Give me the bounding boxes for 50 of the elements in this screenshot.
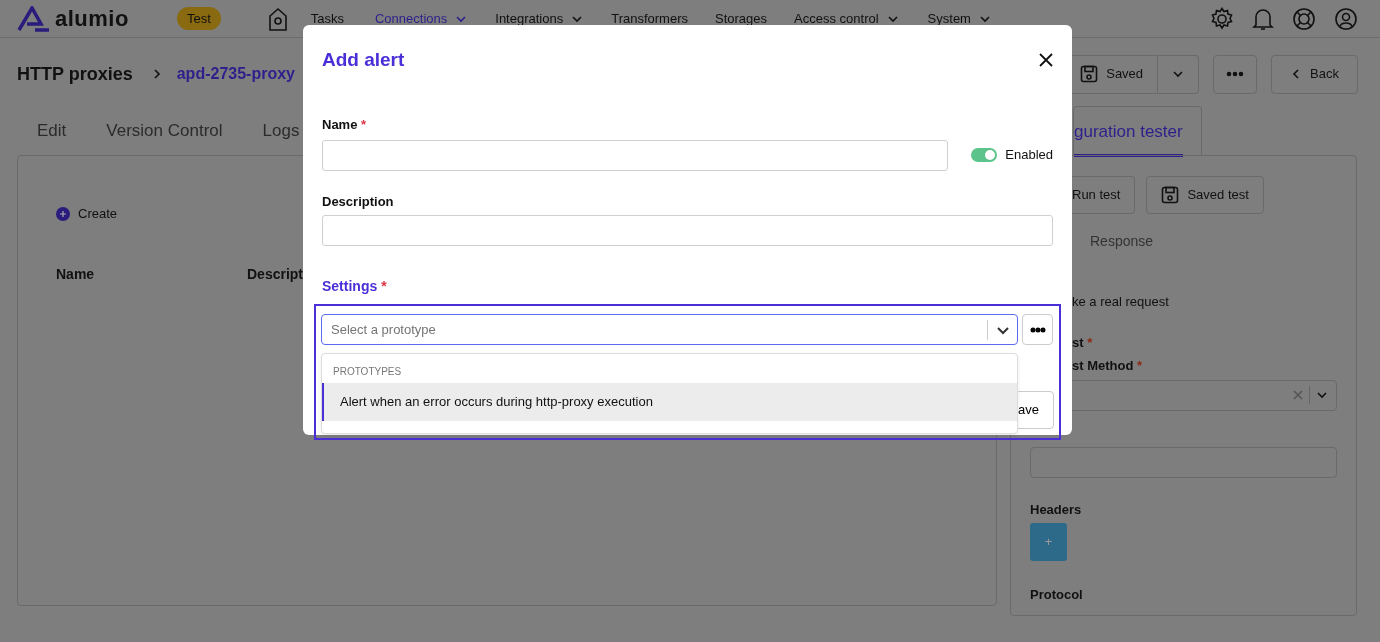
dropdown-option[interactable]: Alert when an error occurs during http-proxy execution bbox=[322, 383, 1017, 421]
nav-link[interactable]: Storages bbox=[715, 8, 768, 29]
field-label: st * bbox=[1072, 333, 1093, 352]
field-label: Headers bbox=[1030, 500, 1082, 519]
tab[interactable]: Response bbox=[1090, 231, 1154, 252]
hint-text: ke a real request bbox=[1072, 293, 1169, 311]
logo-icon bbox=[17, 5, 51, 32]
run-test-button[interactable]: Run test bbox=[1072, 176, 1136, 214]
select-field[interactable]: Select a prototype bbox=[321, 314, 1018, 345]
plus-circle-icon bbox=[56, 206, 70, 221]
chevron-down-icon bbox=[1316, 389, 1328, 401]
tab[interactable]: Edit bbox=[17, 117, 87, 144]
field-label: Protocol bbox=[1030, 586, 1083, 604]
home-icon[interactable] bbox=[266, 5, 289, 32]
close-icon[interactable] bbox=[1039, 53, 1053, 67]
ellipsis-icon bbox=[1029, 326, 1046, 333]
field-label: Description bbox=[322, 192, 394, 211]
toggle-switch[interactable]: Enabled bbox=[971, 145, 1053, 165]
column-header: Descript bbox=[247, 264, 304, 284]
clear-icon bbox=[1293, 390, 1303, 400]
page-title: HTTP proxies bbox=[17, 62, 133, 86]
nav-link[interactable]: Integrations bbox=[495, 8, 584, 29]
dropdown-toggle-button[interactable] bbox=[1158, 54, 1200, 94]
nav-link[interactable]: System bbox=[927, 8, 991, 29]
breadcrumb-link[interactable]: apd-2735-proxy bbox=[176, 62, 295, 86]
ellipsis-icon bbox=[1226, 71, 1245, 77]
group-header: PROTOTYPES bbox=[332, 365, 403, 379]
bell-icon[interactable] bbox=[1252, 6, 1274, 31]
field-label: Name * bbox=[322, 116, 367, 134]
create-link[interactable]: Create bbox=[56, 204, 118, 224]
field-label: st Method * bbox=[1072, 357, 1143, 375]
nav-link[interactable]: Access control bbox=[794, 8, 899, 29]
name-field[interactable] bbox=[322, 139, 948, 171]
description-field[interactable] bbox=[322, 215, 1053, 246]
nav-link[interactable]: Tasks bbox=[310, 8, 344, 29]
saved-test-button[interactable]: Saved test bbox=[1146, 176, 1264, 214]
back-button[interactable]: Back bbox=[1271, 54, 1358, 94]
user-icon[interactable] bbox=[1334, 6, 1358, 31]
column-header: Name bbox=[56, 264, 96, 284]
save-button[interactable]: ave bbox=[1015, 391, 1054, 429]
chevron-down-icon bbox=[1172, 68, 1185, 80]
section-title: Settings * bbox=[322, 277, 387, 296]
modal-title: Add alert bbox=[322, 47, 405, 72]
nav-link[interactable]: Transformers bbox=[611, 8, 688, 29]
settings-icon[interactable] bbox=[1210, 6, 1234, 31]
environment-badge: Test bbox=[176, 6, 221, 31]
help-icon[interactable] bbox=[1292, 6, 1316, 31]
tab[interactable]: Version Control bbox=[86, 117, 243, 144]
nav-link[interactable]: Connections bbox=[375, 8, 468, 29]
logo-text: alumio bbox=[55, 5, 129, 33]
